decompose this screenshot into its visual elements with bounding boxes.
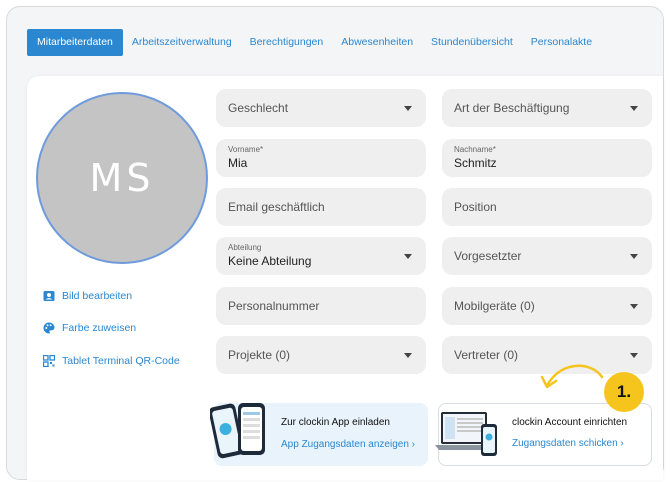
tab-berechtigungen[interactable]: Berechtigungen xyxy=(241,29,333,56)
step-badge: 1. xyxy=(604,372,644,412)
account-setup-card[interactable]: clockin Account einrichten Zugangsdaten … xyxy=(435,403,652,466)
chevron-down-icon xyxy=(630,353,638,358)
vorgesetzter-placeholder: Vorgesetzter xyxy=(454,249,522,263)
edit-picture-link[interactable]: Bild bearbeiten xyxy=(43,290,132,302)
tab-mitarbeiterdaten[interactable]: Mitarbeiterdaten xyxy=(27,29,123,56)
nachname-value: Schmitz xyxy=(454,156,497,170)
personalnummer-field[interactable]: Personalnummer xyxy=(216,287,426,325)
chevron-down-icon xyxy=(630,304,638,309)
phone-mockup-icon xyxy=(210,403,265,459)
geschlecht-placeholder: Geschlecht xyxy=(228,101,289,115)
nachname-label: Nachname* xyxy=(454,145,496,154)
beschaeftigung-placeholder: Art der Beschäftigung xyxy=(454,101,570,115)
vorname-value: Mia xyxy=(228,156,248,170)
qr-code-icon xyxy=(43,355,55,367)
projekte-placeholder: Projekte (0) xyxy=(228,348,291,362)
image-icon xyxy=(43,291,55,301)
chevron-down-icon xyxy=(404,106,412,111)
vertreter-placeholder: Vertreter (0) xyxy=(454,348,519,362)
vorname-label: Vorname* xyxy=(228,145,264,154)
chevron-down-icon xyxy=(404,353,412,358)
qr-code-label: Tablet Terminal QR-Code xyxy=(62,355,180,367)
chevron-down-icon xyxy=(630,254,638,259)
tab-personalakte[interactable]: Personalakte xyxy=(522,29,601,56)
palette-icon xyxy=(43,322,55,334)
tab-abwesenheiten[interactable]: Abwesenheiten xyxy=(332,29,422,56)
app-credentials-link[interactable]: App Zugangsdaten anzeigen › xyxy=(281,439,415,450)
app-invite-card[interactable]: Zur clockin App einladen App Zugangsdate… xyxy=(210,403,428,466)
hint-arrow-icon xyxy=(540,364,604,389)
projekte-select[interactable]: Projekte (0) xyxy=(216,336,426,374)
nachname-field[interactable]: Nachname* Schmitz xyxy=(442,139,652,177)
personalnummer-placeholder: Personalnummer xyxy=(228,299,320,313)
assign-color-link[interactable]: Farbe zuweisen xyxy=(43,322,136,334)
tab-stundenuebersicht[interactable]: Stundenübersicht xyxy=(422,29,522,56)
geschlecht-select[interactable]: Geschlecht xyxy=(216,89,426,127)
chevron-down-icon xyxy=(404,254,412,259)
tab-bar: Mitarbeiterdaten Arbeitszeitverwaltung B… xyxy=(27,29,601,56)
avatar-initials: MS xyxy=(89,156,155,200)
edit-picture-label: Bild bearbeiten xyxy=(62,290,133,302)
abteilung-select[interactable]: Abteilung Keine Abteilung xyxy=(216,237,426,275)
email-field[interactable]: Email geschäftlich xyxy=(216,188,426,226)
position-field[interactable]: Position xyxy=(442,188,652,226)
beschaeftigung-select[interactable]: Art der Beschäftigung xyxy=(442,89,652,127)
qr-code-link[interactable]: Tablet Terminal QR-Code xyxy=(43,355,180,367)
laptop-mockup-icon xyxy=(435,412,497,456)
email-placeholder: Email geschäftlich xyxy=(228,200,325,214)
abteilung-value: Keine Abteilung xyxy=(228,254,312,268)
app-invite-title: Zur clockin App einladen xyxy=(281,417,390,428)
avatar: MS xyxy=(36,92,208,264)
mobilgeraete-select[interactable]: Mobilgeräte (0) xyxy=(442,287,652,325)
abteilung-label: Abteilung xyxy=(228,243,262,252)
tab-arbeitszeitverwaltung[interactable]: Arbeitszeitverwaltung xyxy=(123,29,241,56)
vorname-field[interactable]: Vorname* Mia xyxy=(216,139,426,177)
chevron-down-icon xyxy=(630,106,638,111)
account-setup-title: clockin Account einrichten xyxy=(512,417,628,428)
position-placeholder: Position xyxy=(454,200,497,214)
mobilgeraete-placeholder: Mobilgeräte (0) xyxy=(454,299,535,313)
vorgesetzter-select[interactable]: Vorgesetzter xyxy=(442,237,652,275)
send-credentials-link[interactable]: Zugangsdaten schicken › xyxy=(512,438,624,449)
step-badge-label: 1. xyxy=(616,382,632,401)
assign-color-label: Farbe zuweisen xyxy=(62,322,137,334)
